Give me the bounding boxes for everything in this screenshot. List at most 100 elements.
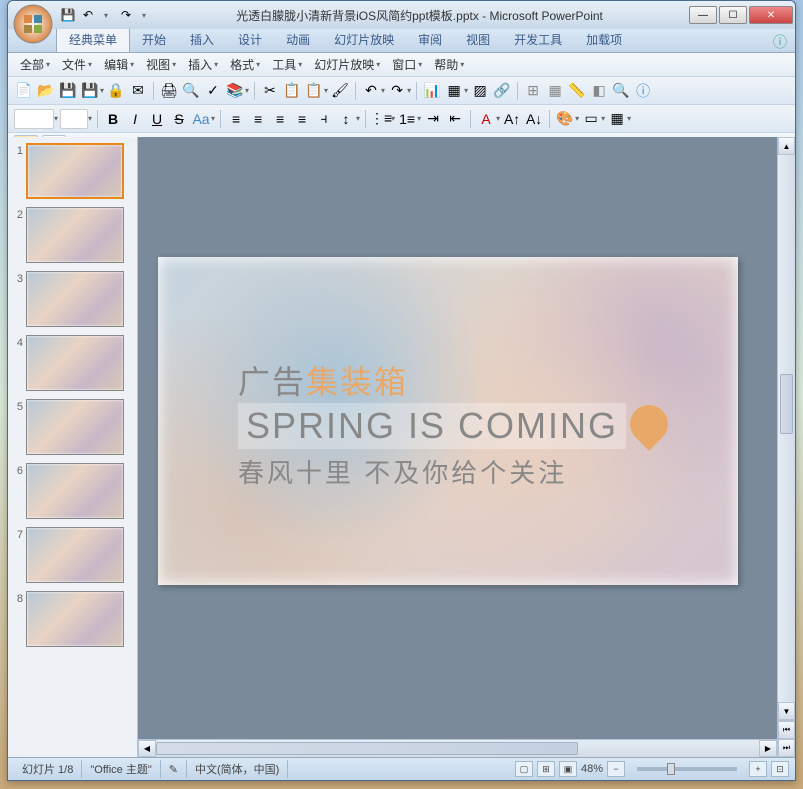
bold-icon[interactable]: B (103, 109, 123, 129)
office-button[interactable] (12, 3, 54, 45)
undo2-icon[interactable]: ↶ (361, 81, 381, 101)
fontcolor-dd[interactable]: ▾ (496, 114, 500, 123)
open-icon[interactable]: 📂 (36, 81, 56, 101)
help-icon[interactable]: ⓘ (773, 32, 787, 52)
ruler-icon[interactable]: 📏 (567, 81, 587, 101)
slideshow-view-icon[interactable]: ▣ (559, 761, 577, 777)
tab-insert[interactable]: 插入 (178, 27, 226, 52)
menu-format[interactable]: 格式▾ (224, 54, 266, 75)
align-center-icon[interactable]: ≡ (248, 109, 268, 129)
help2-icon[interactable]: ⓘ (633, 81, 653, 101)
thumb-8[interactable]: 8 (12, 591, 133, 647)
menu-edit[interactable]: 编辑▾ (98, 54, 140, 75)
scroll-thumb[interactable] (780, 374, 793, 434)
shadow-dd[interactable]: ▾ (211, 114, 215, 123)
menu-tools[interactable]: 工具▾ (266, 54, 308, 75)
fontsize-dropdown[interactable] (60, 109, 88, 129)
align-right-icon[interactable]: ≡ (270, 109, 290, 129)
vertical-scrollbar[interactable]: ▲ ▼ ⏮ ⏭ (777, 137, 795, 757)
zoom-icon[interactable]: 🔍 (611, 81, 631, 101)
scroll-right-icon[interactable]: ▶ (759, 740, 777, 757)
menu-slideshow[interactable]: 幻灯片放映▾ (308, 54, 386, 75)
slide-editor[interactable]: 广告集装箱 SPRING IS COMING 春风十里 不及你给个关注 (138, 137, 777, 757)
tab-animations[interactable]: 动画 (274, 27, 322, 52)
tab-review[interactable]: 审阅 (406, 27, 454, 52)
tab-developer[interactable]: 开发工具 (502, 27, 574, 52)
link-icon[interactable]: 🔗 (492, 81, 512, 101)
thumb-6[interactable]: 6 (12, 463, 133, 519)
newslide-icon[interactable]: ▭ (581, 109, 601, 129)
menu-insert[interactable]: 插入▾ (182, 54, 224, 75)
fit-window-icon[interactable]: ⊡ (771, 761, 789, 777)
redo-icon[interactable]: ↷ (118, 7, 134, 23)
gridlines-icon[interactable]: ▦ (545, 81, 565, 101)
normal-view-icon[interactable]: ▢ (515, 761, 533, 777)
cut-icon[interactable]: ✂ (260, 81, 280, 101)
copy-icon[interactable]: 📋 (282, 81, 302, 101)
menu-all[interactable]: 全部▾ (14, 54, 56, 75)
underline-icon[interactable]: U (147, 109, 167, 129)
research-icon[interactable]: 📚 (225, 81, 245, 101)
align-left-icon[interactable]: ≡ (226, 109, 246, 129)
align-justify-icon[interactable]: ≡ (292, 109, 312, 129)
tab-classic-menu[interactable]: 经典菜单 (56, 26, 130, 52)
menu-window[interactable]: 窗口▾ (386, 54, 428, 75)
tab-home[interactable]: 开始 (130, 27, 178, 52)
paste-dropdown[interactable]: ▾ (324, 86, 328, 95)
tab-view[interactable]: 视图 (454, 27, 502, 52)
scroll-up-icon[interactable]: ▲ (778, 137, 795, 155)
font-dd[interactable]: ▾ (54, 114, 58, 123)
zoom-in-icon[interactable]: + (749, 761, 767, 777)
tablestyle-icon[interactable]: ▨ (470, 81, 490, 101)
research-dropdown[interactable]: ▾ (245, 86, 249, 95)
bullets-dd[interactable]: ▾ (391, 114, 395, 123)
numbering-icon[interactable]: 1≡ (397, 109, 417, 129)
status-spellcheck-icon[interactable]: ✎ (161, 760, 187, 778)
undo-dropdown[interactable]: ▾ (98, 7, 114, 23)
tab-addins[interactable]: 加载项 (574, 27, 634, 52)
italic-icon[interactable]: I (125, 109, 145, 129)
textdirection-icon[interactable]: ↕ (336, 109, 356, 129)
next-slide-icon[interactable]: ⏭ (778, 739, 795, 757)
h-scroll-thumb[interactable] (156, 742, 578, 755)
growfont-icon[interactable]: A↑ (502, 109, 522, 129)
thumb-1[interactable]: 1 (12, 143, 133, 199)
decindent-icon[interactable]: ⇤ (445, 109, 465, 129)
scroll-track[interactable] (778, 155, 795, 702)
maximize-button[interactable]: ☐ (719, 6, 747, 24)
numbering-dd[interactable]: ▾ (417, 114, 421, 123)
design-icon[interactable]: 🎨 (555, 109, 575, 129)
horizontal-scrollbar[interactable]: ◀ ▶ (138, 739, 777, 757)
qat-customize[interactable]: ▾ (136, 7, 152, 23)
thumb-3[interactable]: 3 (12, 271, 133, 327)
tab-design[interactable]: 设计 (226, 27, 274, 52)
newslide-dd[interactable]: ▾ (601, 114, 605, 123)
sorter-view-icon[interactable]: ⊞ (537, 761, 555, 777)
thumb-5[interactable]: 5 (12, 399, 133, 455)
textdir-dd[interactable]: ▾ (356, 114, 360, 123)
email-icon[interactable]: ✉ (128, 81, 148, 101)
strike-icon[interactable]: S (169, 109, 189, 129)
chart-icon[interactable]: 📊 (422, 81, 442, 101)
zoom-slider[interactable] (637, 767, 737, 771)
close-button[interactable]: ✕ (749, 6, 793, 24)
font-dropdown[interactable] (14, 109, 54, 129)
layout-icon[interactable]: ▦ (607, 109, 627, 129)
shadow-icon[interactable]: Aa (191, 109, 211, 129)
status-language[interactable]: 中文(简体，中国) (187, 760, 288, 778)
new-icon[interactable]: 📄 (14, 81, 34, 101)
bullets-icon[interactable]: ⋮≡ (371, 109, 391, 129)
thumbnail-panel[interactable]: 1 2 3 4 5 6 7 8 (8, 137, 138, 757)
shrinkfont-icon[interactable]: A↓ (524, 109, 544, 129)
table-icon[interactable]: ▦ (444, 81, 464, 101)
prev-slide-icon[interactable]: ⏮ (778, 721, 795, 739)
fontcolor-icon[interactable]: A (476, 109, 496, 129)
paste-icon[interactable]: 📋 (304, 81, 324, 101)
zoom-out-icon[interactable]: − (607, 761, 625, 777)
distribute-icon[interactable]: ⫞ (314, 109, 334, 129)
expand-icon[interactable]: ⊞ (523, 81, 543, 101)
preview-icon[interactable]: 🔍 (181, 81, 201, 101)
permission-icon[interactable]: 🔒 (106, 81, 126, 101)
spellcheck-icon[interactable]: ✓ (203, 81, 223, 101)
undo-icon[interactable]: ↶ (80, 7, 96, 23)
